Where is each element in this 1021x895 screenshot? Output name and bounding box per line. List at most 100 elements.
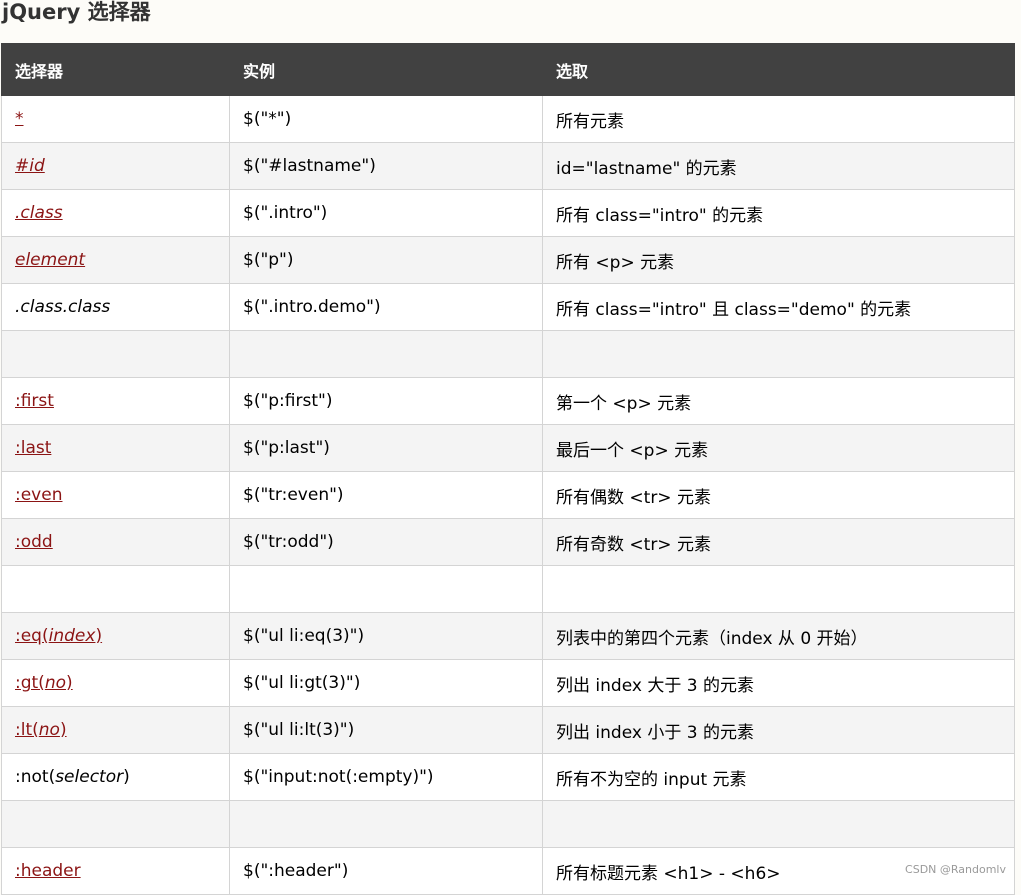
selector-text: no <box>44 673 67 693</box>
selector-link[interactable]: * <box>15 109 24 129</box>
selector-cell: .class <box>1 189 230 237</box>
example-cell: $(".intro.demo") <box>229 283 543 331</box>
example-cell: $("ul li:gt(3)") <box>229 659 543 707</box>
watermark: CSDN @Randomlv <box>905 863 1006 876</box>
selector-link[interactable]: :header <box>15 861 81 881</box>
table-row: .class.class $(".intro.demo") 所有 class="in… <box>1 283 1015 331</box>
column-header-selector: 选择器 <box>1 43 230 96</box>
selector-text: :not( <box>15 767 56 787</box>
selector-cell: :gt(no) <box>1 659 230 707</box>
column-header-selects: 选取 <box>542 43 1015 96</box>
table-row <box>1 800 1015 848</box>
table-row <box>1 330 1015 378</box>
table-row: :lt(no) $("ul li:lt(3)") 列出 index 小于 3 的元素 <box>1 706 1015 754</box>
description-cell: 第一个 <p> 元素 <box>542 377 1015 425</box>
selector-link[interactable]: :lt(no) <box>15 720 67 740</box>
selector-text: ) <box>59 720 67 740</box>
selector-cell <box>1 800 230 848</box>
table-row: :last $("p:last") 最后一个 <p> 元素 <box>1 424 1015 472</box>
description-cell: 所有 <p> 元素 <box>542 236 1015 284</box>
table-row: :eq(index) $("ul li:eq(3)") 列表中的第四个元素（inde… <box>1 612 1015 660</box>
example-cell: $(":header") <box>229 847 543 895</box>
selector-link[interactable]: :eq(index) <box>15 626 102 646</box>
example-cell: $("p:first") <box>229 377 543 425</box>
selector-cell: :eq(index) <box>1 612 230 660</box>
selector-link[interactable]: .class <box>15 203 63 223</box>
selector-text: * <box>15 109 24 129</box>
selector-link[interactable]: :gt(no) <box>15 673 73 693</box>
example-cell: $("tr:even") <box>229 471 543 519</box>
selector-link[interactable]: element <box>15 250 85 270</box>
selector-cell: * <box>1 95 230 143</box>
table-row: #id $("#lastname") id="lastname" 的元素 <box>1 142 1015 190</box>
description-cell: 所有偶数 <tr> 元素 <box>542 471 1015 519</box>
selector-link[interactable]: :odd <box>15 532 53 552</box>
selector-cell: :header <box>1 847 230 895</box>
description-cell <box>542 565 1015 613</box>
description-cell: 所有 class="intro" 的元素 <box>542 189 1015 237</box>
selector-cell: :lt(no) <box>1 706 230 754</box>
description-cell: 所有元素 <box>542 95 1015 143</box>
selector-cell: element <box>1 236 230 284</box>
description-cell: 所有 class="intro" 且 class="demo" 的元素 <box>542 283 1015 331</box>
selector-text: .class.class <box>15 297 111 317</box>
example-cell: $("ul li:lt(3)") <box>229 706 543 754</box>
selector-text: :lt( <box>15 720 39 740</box>
example-cell <box>229 330 543 378</box>
example-cell: $("p:last") <box>229 424 543 472</box>
example-cell: $("p") <box>229 236 543 284</box>
selector-cell <box>1 565 230 613</box>
selector-text: :gt( <box>15 673 45 693</box>
selector-text: ) <box>123 767 130 787</box>
selector-text: ) <box>66 673 73 693</box>
example-cell: $(".intro") <box>229 189 543 237</box>
table-row: :gt(no) $("ul li:gt(3)") 列出 index 大于 3 的元素 <box>1 659 1015 707</box>
description-cell <box>542 800 1015 848</box>
selector-cell: :not(selector) <box>1 753 230 801</box>
description-cell: 列表中的第四个元素（index 从 0 开始） <box>542 612 1015 660</box>
example-cell: $("#lastname") <box>229 142 543 190</box>
selector-link[interactable]: :even <box>15 485 62 505</box>
selector-link[interactable]: :last <box>15 438 51 458</box>
selector-text: :header <box>15 861 81 881</box>
selector-cell: .class.class <box>1 283 230 331</box>
selector-text: :even <box>15 485 63 505</box>
column-header-example: 实例 <box>229 43 543 96</box>
example-cell: $("ul li:eq(3)") <box>229 612 543 660</box>
description-cell: 列出 index 小于 3 的元素 <box>542 706 1015 754</box>
table-row: :odd $("tr:odd") 所有奇数 <tr> 元素 <box>1 518 1015 566</box>
description-cell: 所有不为空的 input 元素 <box>542 753 1015 801</box>
table-row: :header $(":header") 所有标题元素 <h1> - <h6> <box>1 847 1015 895</box>
example-cell <box>229 565 543 613</box>
example-cell: $("tr:odd") <box>229 518 543 566</box>
table-row <box>1 565 1015 613</box>
selector-cell: #id <box>1 142 230 190</box>
table-row: :even $("tr:even") 所有偶数 <tr> 元素 <box>1 471 1015 519</box>
table-row: element $("p") 所有 <p> 元素 <box>1 236 1015 284</box>
selector-link[interactable]: #id <box>15 156 45 176</box>
example-cell: $("input:not(:empty)") <box>229 753 543 801</box>
selector-text: .class <box>15 203 63 223</box>
example-cell: $("*") <box>229 95 543 143</box>
selector-link[interactable]: :first <box>15 391 54 411</box>
selector-text: index <box>48 626 96 646</box>
selector-text: selector <box>55 767 124 787</box>
table-header-row: 选择器 实例 选取 <box>1 43 1015 96</box>
selector-cell: :even <box>1 471 230 519</box>
selector-text: :odd <box>15 532 53 552</box>
description-cell: 最后一个 <p> 元素 <box>542 424 1015 472</box>
description-cell: 列出 index 大于 3 的元素 <box>542 659 1015 707</box>
selector-text: :first <box>15 391 54 411</box>
table-row: :not(selector) $("input:not(:empty)") 所有不为… <box>1 753 1015 801</box>
selector-cell: :odd <box>1 518 230 566</box>
selector-text: #id <box>15 156 45 176</box>
selector-text: :last <box>15 438 52 458</box>
selector-text: ) <box>95 626 103 646</box>
description-cell: 所有奇数 <tr> 元素 <box>542 518 1015 566</box>
selector-cell: :first <box>1 377 230 425</box>
selector-cell: :last <box>1 424 230 472</box>
selector-reference-table: 选择器 实例 选取 * $("*") 所有元素 #id $("#lastname") id… <box>1 43 1015 895</box>
selector-cell <box>1 330 230 378</box>
table-row: * $("*") 所有元素 <box>1 95 1015 143</box>
table-body: * $("*") 所有元素 #id $("#lastname") id="lastname… <box>1 95 1015 895</box>
